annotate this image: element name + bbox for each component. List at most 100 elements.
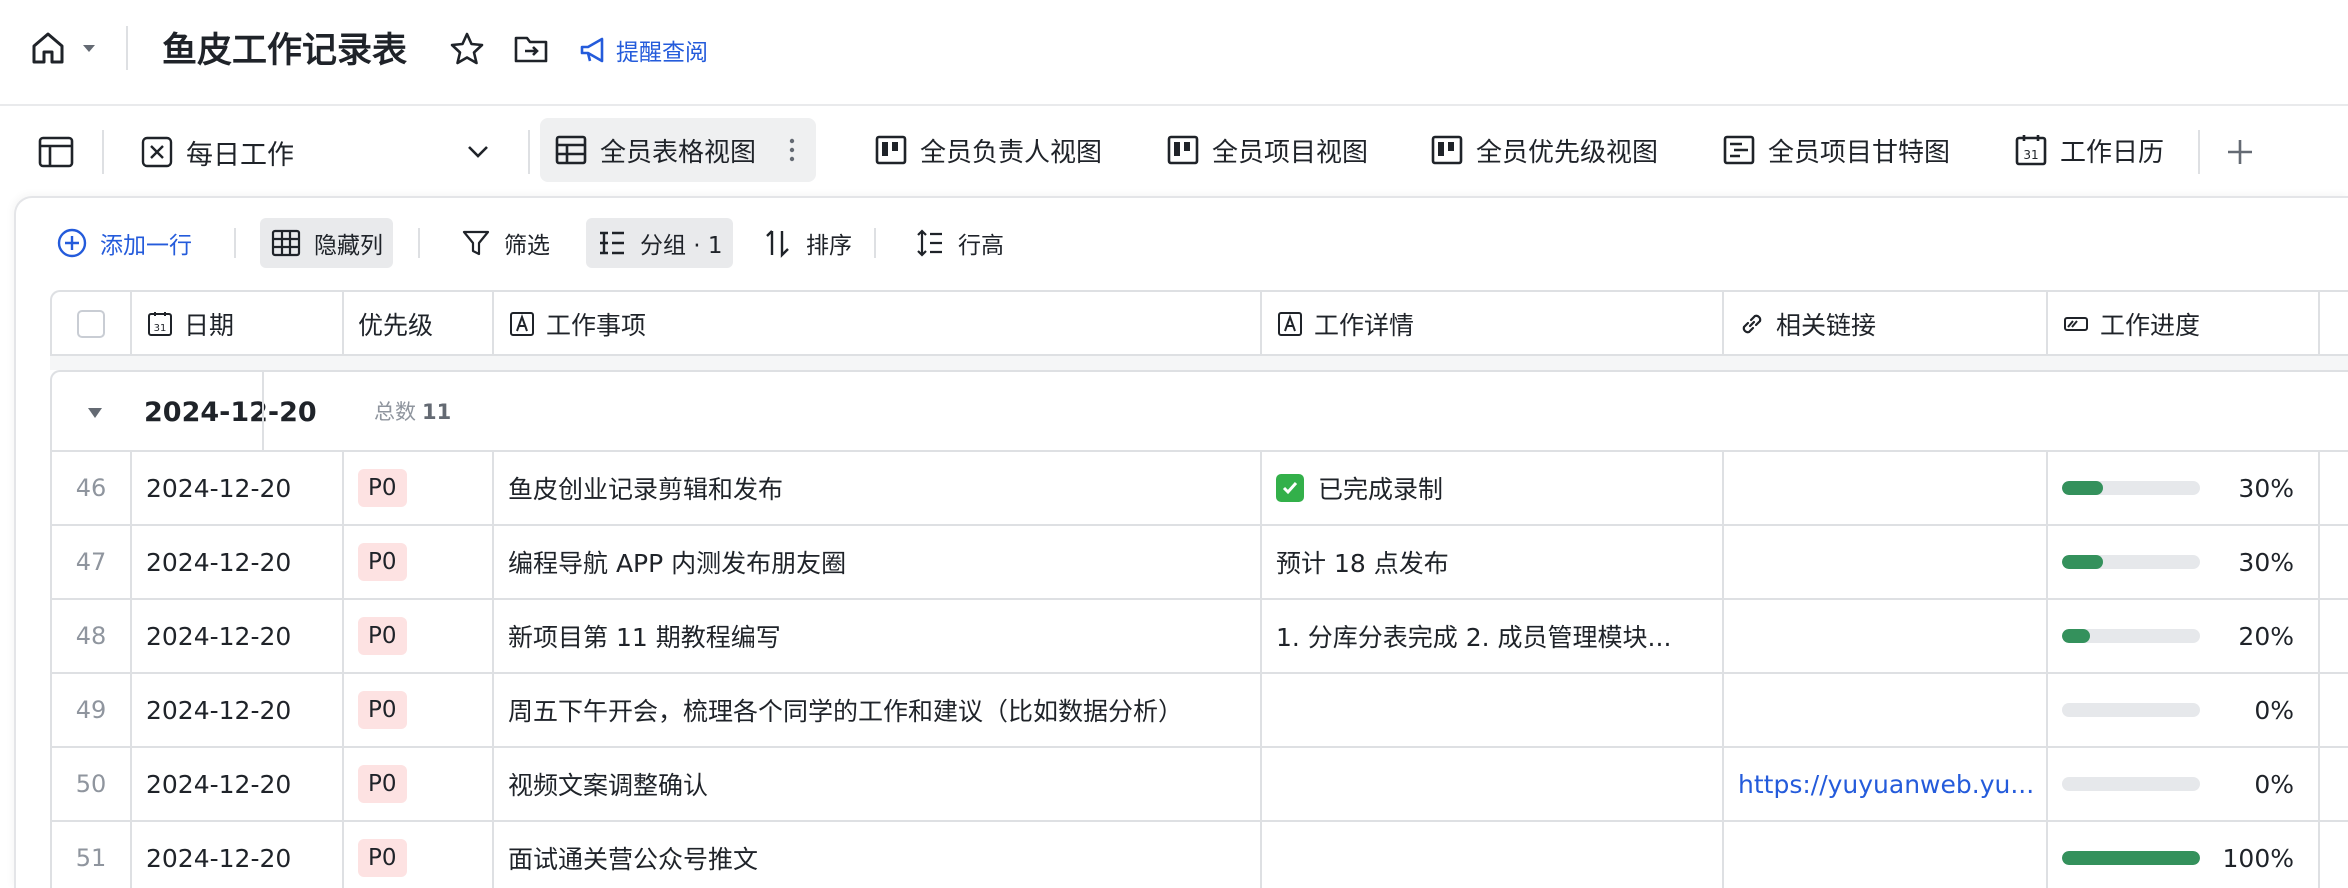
priority-cell[interactable]: P0 xyxy=(344,526,494,598)
date-cell[interactable]: 2024-12-20 xyxy=(132,822,344,888)
move-to-folder-icon[interactable] xyxy=(512,30,550,68)
progress-cell[interactable]: 0% xyxy=(2048,674,2320,746)
table-row[interactable]: 50 2024-12-20 P0 视频文案调整确认 https://yuyuan… xyxy=(50,748,2348,822)
tab-all-table-view[interactable]: 全员表格视图 xyxy=(540,118,817,182)
chevron-down-icon[interactable] xyxy=(466,142,490,162)
date-cell[interactable]: 2024-12-20 xyxy=(132,674,344,746)
filter-button[interactable]: 筛选 xyxy=(450,218,560,268)
progress-cell[interactable]: 20% xyxy=(2048,600,2320,672)
task-cell[interactable]: 鱼皮创业记录剪辑和发布 xyxy=(494,452,1262,524)
detail-cell[interactable]: 预计 18 点发布 xyxy=(1262,526,1724,598)
tab-work-calendar[interactable]: 31 工作日历 xyxy=(2000,118,2178,182)
hide-columns-button[interactable]: 隐藏列 xyxy=(260,218,393,268)
sidebar-toggle-icon[interactable] xyxy=(36,132,76,172)
table-switcher[interactable]: 每日工作 xyxy=(140,124,294,180)
star-icon[interactable] xyxy=(448,30,486,68)
tab-label: 全员表格视图 xyxy=(600,137,757,168)
date-cell[interactable]: 2024-12-20 xyxy=(132,452,344,524)
date-cell[interactable]: 2024-12-20 xyxy=(132,600,344,672)
detail-cell[interactable] xyxy=(1262,822,1724,888)
sort-icon xyxy=(762,227,794,259)
row-number: 51 xyxy=(52,822,132,888)
priority-cell[interactable]: P0 xyxy=(344,674,494,746)
priority-cell[interactable]: P0 xyxy=(344,748,494,820)
tabs-divider xyxy=(2198,130,2200,174)
progress-bar xyxy=(2062,555,2200,569)
group-header-row[interactable]: 2024-12-20 总数 11 xyxy=(50,370,2348,452)
table-view-panel: 添加一行 隐藏列 筛选 分组 · 1 排序 行高 31 日期 优先级 工作事项 … xyxy=(14,196,2348,888)
link-icon xyxy=(1738,310,1766,338)
group-button[interactable]: 分组 · 1 xyxy=(586,218,733,268)
document-title[interactable]: 鱼皮工作记录表 xyxy=(162,26,407,76)
check-mark-icon xyxy=(1276,474,1304,502)
header-progress[interactable]: 工作进度 xyxy=(2048,292,2320,356)
caret-down-icon[interactable] xyxy=(82,44,96,54)
toolbar-divider xyxy=(234,228,236,258)
row-height-button[interactable]: 行高 xyxy=(904,218,1014,268)
priority-badge: P0 xyxy=(358,765,407,803)
detail-cell[interactable] xyxy=(1262,674,1724,746)
table-row[interactable]: 47 2024-12-20 P0 编程导航 APP 内测发布朋友圈 预计 18 … xyxy=(50,526,2348,600)
task-cell[interactable]: 周五下午开会，梳理各个同学的工作和建议（比如数据分析） xyxy=(494,674,1262,746)
link-cell[interactable] xyxy=(1724,822,2048,888)
table-row[interactable]: 49 2024-12-20 P0 周五下午开会，梳理各个同学的工作和建议（比如数… xyxy=(50,674,2348,748)
progress-wrap: 100% xyxy=(2062,844,2318,873)
priority-badge: P0 xyxy=(358,543,407,581)
sort-button[interactable]: 排序 xyxy=(752,218,862,268)
progress-cell[interactable]: 30% xyxy=(2048,452,2320,524)
select-all-checkbox[interactable] xyxy=(77,310,105,338)
detail-cell[interactable]: 已完成录制 xyxy=(1262,452,1724,524)
add-row-button[interactable]: 添加一行 xyxy=(46,218,202,268)
link-cell[interactable] xyxy=(1724,600,2048,672)
date-cell[interactable]: 2024-12-20 xyxy=(132,748,344,820)
link-cell[interactable] xyxy=(1724,526,2048,598)
progress-field-icon xyxy=(2062,310,2090,338)
svg-text:31: 31 xyxy=(2023,148,2038,162)
remind-view-button[interactable]: 提醒查阅 xyxy=(578,30,708,70)
task-cell[interactable]: 编程导航 APP 内测发布朋友圈 xyxy=(494,526,1262,598)
table-row[interactable]: 48 2024-12-20 P0 新项目第 11 期教程编写 1. 分库分表完成… xyxy=(50,600,2348,674)
task-cell[interactable]: 新项目第 11 期教程编写 xyxy=(494,600,1262,672)
detail-cell[interactable]: 1. 分库分表完成 2. 成员管理模块... xyxy=(1262,600,1724,672)
progress-cell[interactable]: 30% xyxy=(2048,526,2320,598)
progress-value: 100% xyxy=(2222,843,2294,873)
table-row[interactable]: 46 2024-12-20 P0 鱼皮创业记录剪辑和发布 已完成录制 30% xyxy=(50,452,2348,526)
priority-cell[interactable]: P0 xyxy=(344,822,494,888)
priority-cell[interactable]: P0 xyxy=(344,452,494,524)
progress-cell[interactable]: 0% xyxy=(2048,748,2320,820)
caret-down-icon[interactable] xyxy=(86,406,104,420)
header-date[interactable]: 31 日期 xyxy=(132,292,344,356)
link-cell[interactable] xyxy=(1724,674,2048,746)
more-vertical-icon[interactable] xyxy=(782,135,802,165)
header-priority[interactable]: 优先级 xyxy=(344,292,494,356)
progress-cell[interactable]: 100% xyxy=(2048,822,2320,888)
row-height-icon xyxy=(914,227,946,259)
sort-label: 排序 xyxy=(806,233,852,259)
date-cell[interactable]: 2024-12-20 xyxy=(132,526,344,598)
tab-all-project-gantt[interactable]: 全员项目甘特图 xyxy=(1708,118,1964,182)
add-view-icon[interactable] xyxy=(2220,132,2260,172)
header-detail[interactable]: 工作详情 xyxy=(1262,292,1724,356)
header-label: 工作进度 xyxy=(2100,311,2201,340)
related-link[interactable]: https://yuyuanweb.yu... xyxy=(1738,770,2034,799)
home-icon[interactable] xyxy=(28,28,68,68)
detail-cell[interactable] xyxy=(1262,748,1724,820)
priority-badge: P0 xyxy=(358,617,407,655)
header-link[interactable]: 相关链接 xyxy=(1724,292,2048,356)
task-cell[interactable]: 面试通关营公众号推文 xyxy=(494,822,1262,888)
task-cell[interactable]: 视频文案调整确认 xyxy=(494,748,1262,820)
header-task[interactable]: 工作事项 xyxy=(494,292,1262,356)
table-row[interactable]: 51 2024-12-20 P0 面试通关营公众号推文 100% xyxy=(50,822,2348,888)
tab-all-owner-view[interactable]: 全员负责人视图 xyxy=(860,118,1116,182)
header-label: 日期 xyxy=(184,311,235,340)
link-cell[interactable]: https://yuyuanweb.yu... xyxy=(1724,748,2048,820)
header-select-all[interactable] xyxy=(52,292,132,356)
tab-all-project-view[interactable]: 全员项目视图 xyxy=(1152,118,1382,182)
progress-value: 30% xyxy=(2238,473,2294,503)
priority-cell[interactable]: P0 xyxy=(344,600,494,672)
progress-wrap: 20% xyxy=(2062,622,2318,651)
row-height-label: 行高 xyxy=(958,233,1004,259)
data-grid: 31 日期 优先级 工作事项 工作详情 相关链接 工作进度 2024-12-20… xyxy=(50,290,2348,888)
link-cell[interactable] xyxy=(1724,452,2048,524)
tab-all-priority-view[interactable]: 全员优先级视图 xyxy=(1416,118,1672,182)
